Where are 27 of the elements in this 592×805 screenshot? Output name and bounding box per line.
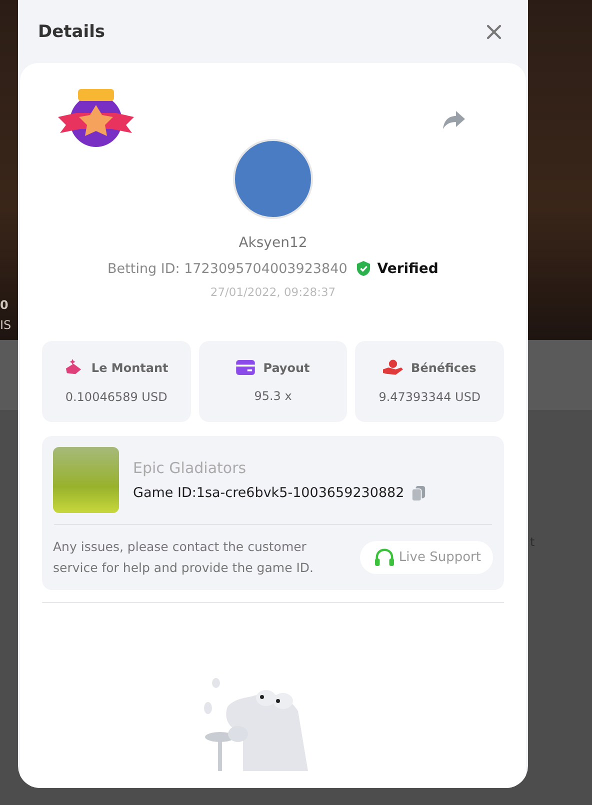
verified-status: Verified: [377, 260, 438, 276]
stat-label: Bénéfices: [411, 360, 476, 374]
headphones-icon: [374, 548, 395, 566]
username: Aksyen12: [238, 235, 308, 251]
stat-label: Payout: [263, 360, 310, 374]
share-icon[interactable]: [442, 110, 466, 130]
copy-icon[interactable]: [411, 484, 426, 502]
stat-value: 95.3 x: [254, 389, 292, 403]
background-text: 0: [0, 298, 8, 312]
support-notice: Any issues, please contact the customer service for help and provide the game ID.: [53, 538, 315, 577]
background-text: IS: [0, 318, 12, 332]
stat-label: Le Montant: [91, 360, 168, 374]
betting-id: Betting ID: 1723095704003923840: [108, 260, 348, 276]
close-icon[interactable]: [486, 24, 502, 40]
bet-date: 27/01/2022, 09:28:37: [210, 285, 336, 299]
game-thumbnail: [53, 447, 119, 513]
shield-check-icon: [356, 260, 372, 277]
live-support-button[interactable]: Live Support: [360, 540, 493, 574]
win-badge-icon: [56, 87, 136, 149]
stat-value: 9.47393344 USD: [378, 390, 481, 404]
hand-coin-icon: [383, 359, 404, 376]
money-icon: [64, 359, 84, 376]
card-icon: [236, 360, 256, 375]
dialog-title: Details: [38, 22, 106, 42]
game-id: Game ID:1sa-cre6bvk5-1003659230882: [133, 485, 404, 501]
game-name: Epic Gladiators: [133, 458, 248, 476]
stat-value: 0.10046589 USD: [65, 390, 168, 404]
